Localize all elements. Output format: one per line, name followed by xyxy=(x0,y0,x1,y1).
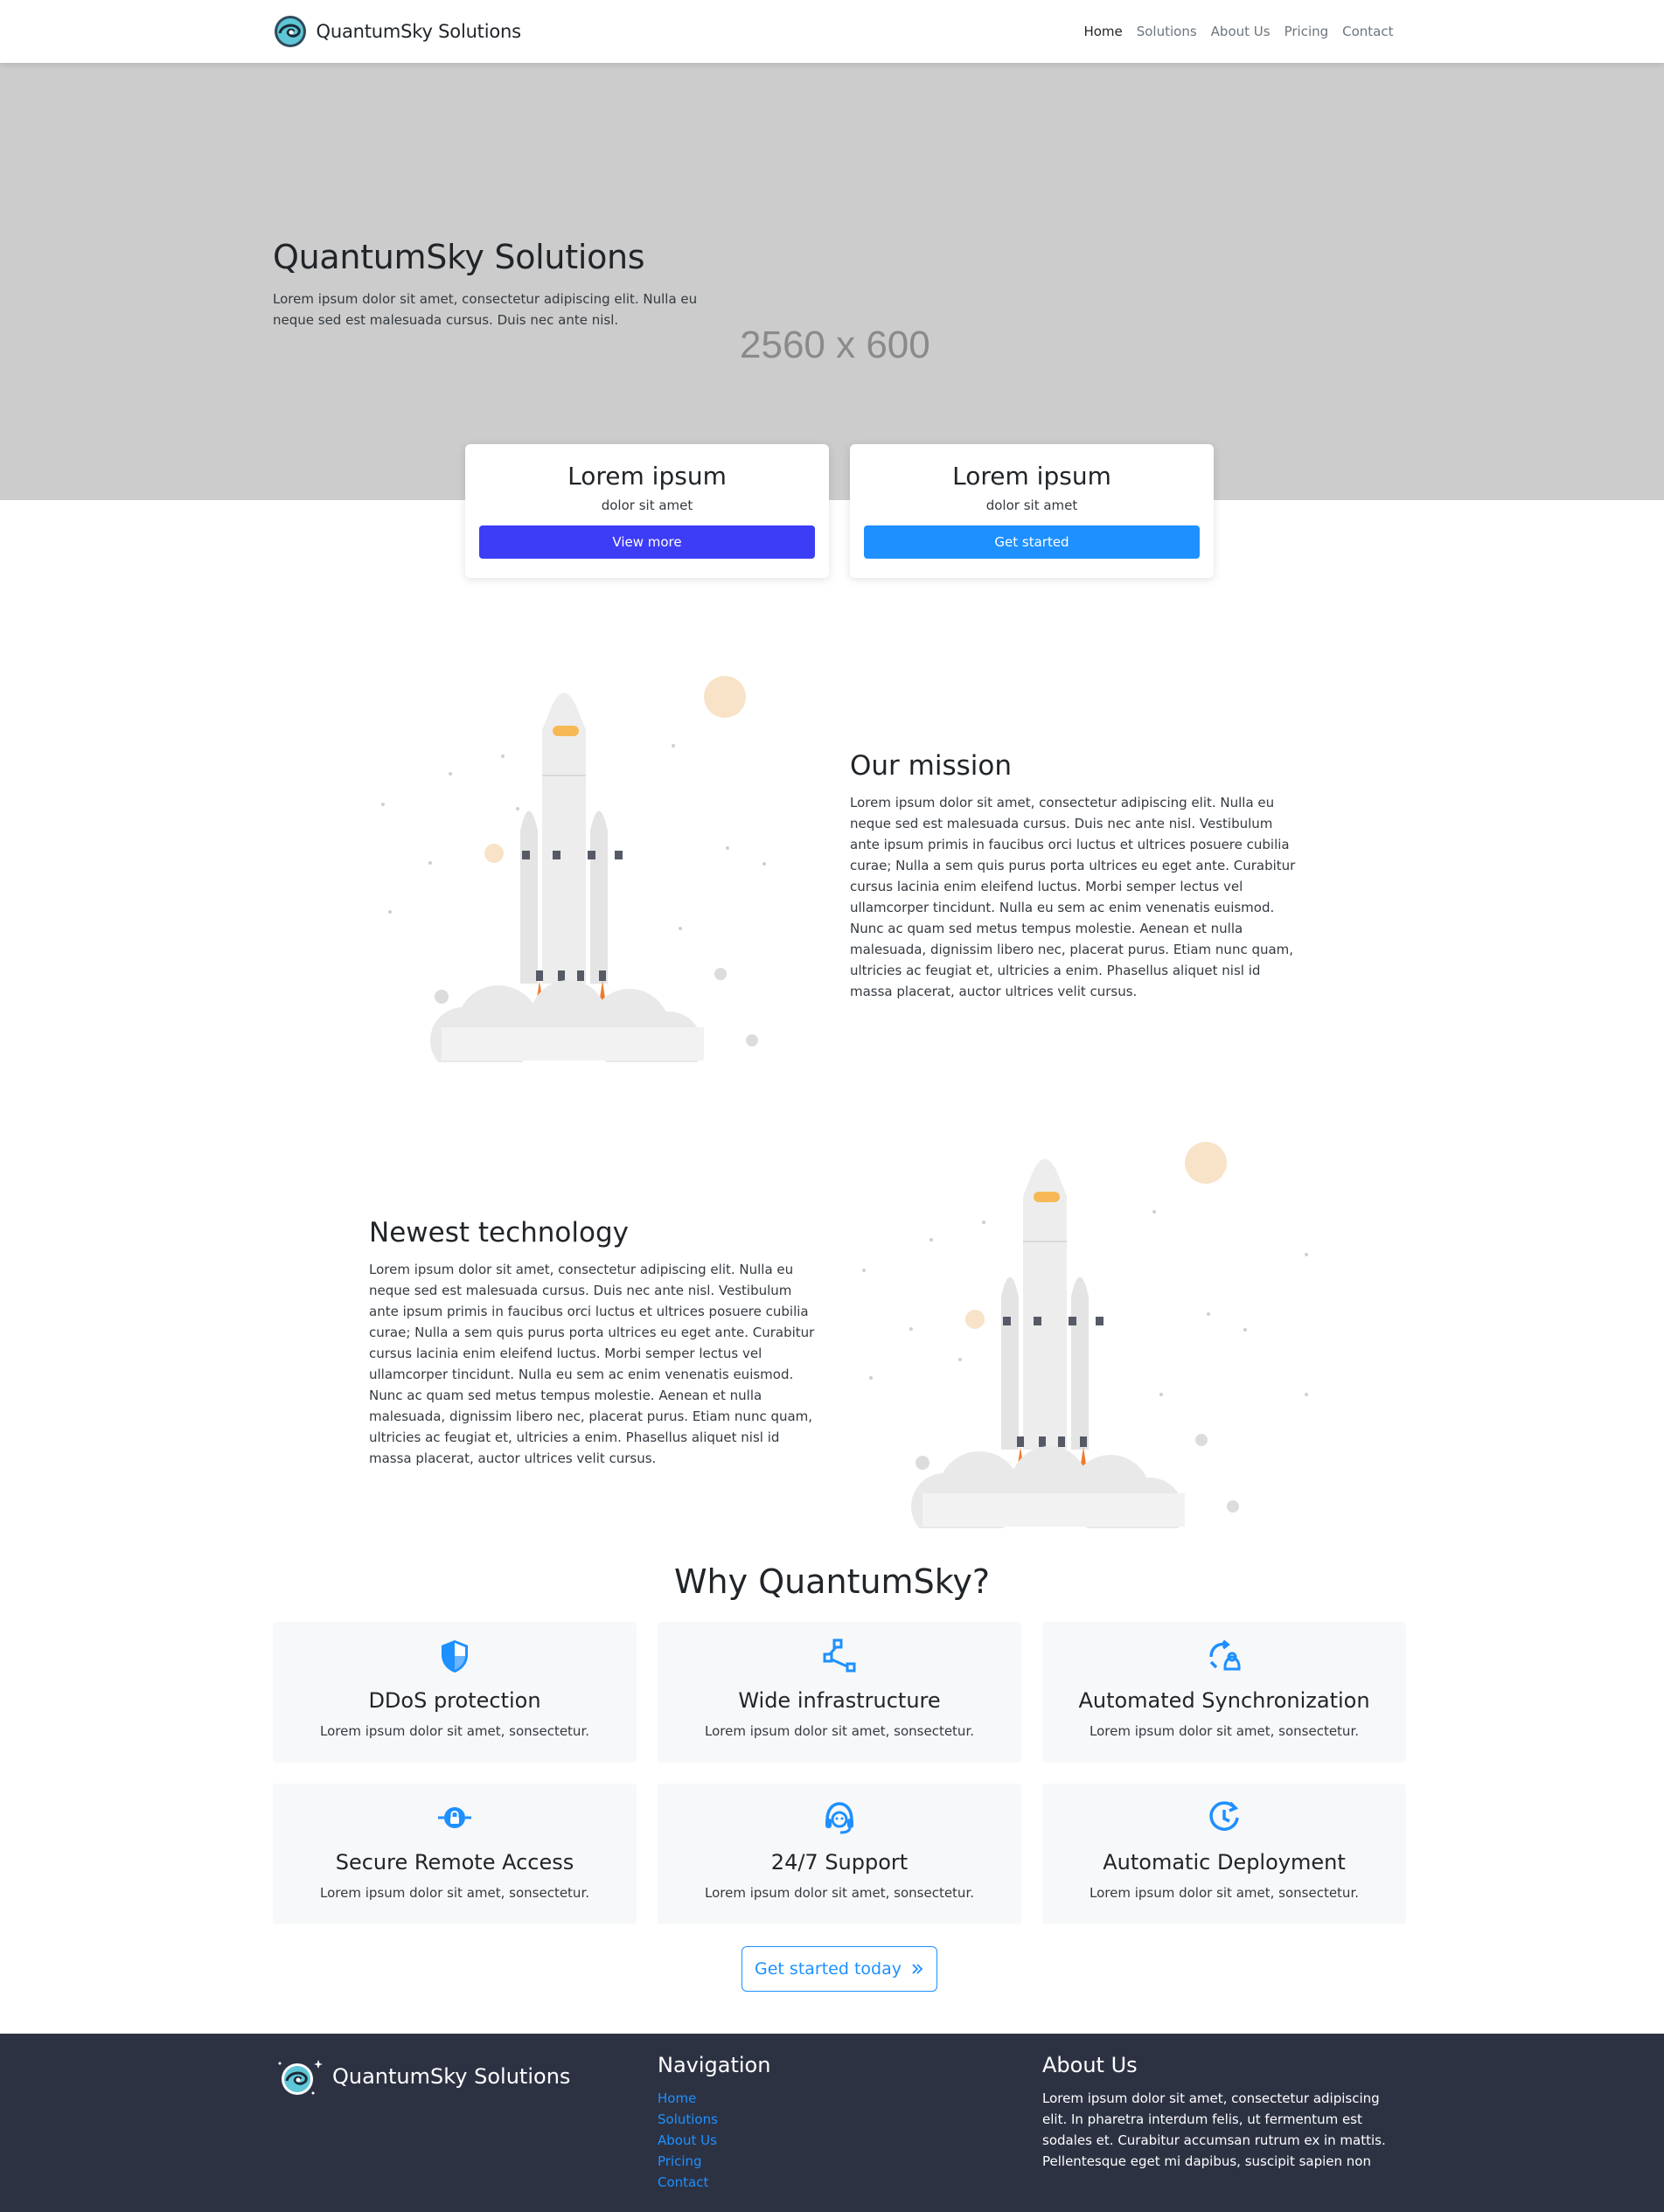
nav-links: Home Solutions About Us Pricing Contact xyxy=(1083,24,1393,39)
hero-title: QuantumSky Solutions xyxy=(273,238,645,276)
why-card-title: DDoS protection xyxy=(368,1688,541,1713)
footer-about: About Us Lorem ipsum dolor sit amet, con… xyxy=(1042,2053,1406,2172)
rocket-illustration xyxy=(862,1142,1308,1528)
hero-banner: QuantumSky Solutions Lorem ipsum dolor s… xyxy=(0,63,1664,500)
mission-section: Our mission Lorem ipsum dolor sit amet, … xyxy=(850,750,1305,1002)
rocket-illustration xyxy=(381,676,766,1062)
nav-link-about-us[interactable]: About Us xyxy=(1211,24,1271,39)
footer-brand[interactable]: QuantumSky Solutions xyxy=(273,2055,570,2098)
view-more-button[interactable]: View more xyxy=(479,525,815,559)
why-card-title: Wide infrastructure xyxy=(738,1688,941,1713)
brand-link[interactable]: QuantumSky Solutions xyxy=(271,14,521,49)
cta-card-title: Lorem ipsum xyxy=(952,462,1111,490)
double-chevron-right-icon xyxy=(912,1964,923,1974)
why-card-title: Secure Remote Access xyxy=(335,1850,574,1875)
why-card-sync: Automated Synchronization Lorem ipsum do… xyxy=(1042,1622,1406,1763)
footer-link-solutions[interactable]: Solutions xyxy=(658,2109,770,2130)
footer-navigation: Navigation Home Solutions About Us Prici… xyxy=(658,2053,770,2193)
why-card-text: Lorem ipsum dolor sit amet, sonsectetur. xyxy=(1089,1723,1359,1739)
cta-cards: Lorem ipsum dolor sit amet View more Lor… xyxy=(465,444,1214,578)
technology-title: Newest technology xyxy=(369,1217,629,1249)
mission-title: Our mission xyxy=(850,750,1012,782)
hero-content: QuantumSky Solutions Lorem ipsum dolor s… xyxy=(273,238,701,330)
brand-name: QuantumSky Solutions xyxy=(316,21,522,42)
cta-card-get-started: Lorem ipsum dolor sit amet Get started xyxy=(850,444,1214,578)
footer-about-title: About Us xyxy=(1042,2053,1138,2077)
why-card-text: Lorem ipsum dolor sit amet, sonsectetur. xyxy=(1089,1885,1359,1901)
network-icon xyxy=(823,1638,856,1673)
clock-rotate-icon xyxy=(1209,1801,1239,1831)
get-started-today-label: Get started today xyxy=(755,1959,902,1979)
why-card-text: Lorem ipsum dolor sit amet, sonsectetur. xyxy=(319,1885,589,1901)
get-started-button[interactable]: Get started xyxy=(864,525,1200,559)
footer-link-about-us[interactable]: About Us xyxy=(658,2130,770,2151)
technology-section: Newest technology Lorem ipsum dolor sit … xyxy=(369,1217,824,1469)
footer-link-home[interactable]: Home xyxy=(658,2088,770,2109)
footer-about-text: Lorem ipsum dolor sit amet, consectetur … xyxy=(1042,2090,1386,2169)
top-navbar: QuantumSky Solutions Home Solutions Abou… xyxy=(0,0,1664,63)
hero-subtitle: Lorem ipsum dolor sit amet, consectetur … xyxy=(273,291,698,328)
lock-access-icon xyxy=(438,1807,471,1828)
hero-image-placeholder: 2560 x 600 xyxy=(740,323,930,366)
sync-icon xyxy=(1209,1639,1241,1671)
nav-link-solutions[interactable]: Solutions xyxy=(1137,24,1197,39)
nav-link-contact[interactable]: Contact xyxy=(1342,24,1393,39)
why-card-text: Lorem ipsum dolor sit amet, sonsectetur. xyxy=(704,1723,974,1739)
logo-icon xyxy=(274,16,306,47)
why-card-title: Automated Synchronization xyxy=(1078,1688,1370,1713)
technology-text: Lorem ipsum dolor sit amet, consectetur … xyxy=(369,1262,815,1466)
why-card-deployment: Automatic Deployment Lorem ipsum dolor s… xyxy=(1042,1784,1406,1924)
footer-link-pricing[interactable]: Pricing xyxy=(658,2151,770,2172)
why-card-ddos: DDoS protection Lorem ipsum dolor sit am… xyxy=(273,1622,637,1763)
why-card-title: Automatic Deployment xyxy=(1103,1850,1346,1875)
nav-link-pricing[interactable]: Pricing xyxy=(1285,24,1329,39)
why-grid: DDoS protection Lorem ipsum dolor sit am… xyxy=(273,1622,1406,1924)
logo-icon xyxy=(278,2060,323,2095)
why-card-text: Lorem ipsum dolor sit amet, sonsectetur. xyxy=(704,1885,974,1901)
footer-brand-name: QuantumSky Solutions xyxy=(332,2064,571,2089)
mission-text: Lorem ipsum dolor sit amet, consectetur … xyxy=(850,795,1296,999)
cta-card-text: dolor sit amet xyxy=(601,497,693,513)
nav-link-home[interactable]: Home xyxy=(1083,24,1122,39)
footer: QuantumSky Solutions Navigation Home Sol… xyxy=(0,2034,1664,2212)
headset-icon xyxy=(825,1802,853,1834)
footer-link-contact[interactable]: Contact xyxy=(658,2172,770,2193)
why-card-support: 24/7 Support Lorem ipsum dolor sit amet,… xyxy=(658,1784,1021,1924)
get-started-today-button[interactable]: Get started today xyxy=(741,1946,937,1992)
footer-nav-title: Navigation xyxy=(658,2053,771,2077)
why-title: Why QuantumSky? xyxy=(673,1562,991,1601)
why-card-title: 24/7 Support xyxy=(770,1850,909,1875)
why-card-remote-access: Secure Remote Access Lorem ipsum dolor s… xyxy=(273,1784,637,1924)
cta-card-text: dolor sit amet xyxy=(985,497,1078,513)
why-card-infrastructure: Wide infrastructure Lorem ipsum dolor si… xyxy=(658,1622,1021,1763)
cta-card-view-more: Lorem ipsum dolor sit amet View more xyxy=(465,444,829,578)
cta-card-title: Lorem ipsum xyxy=(567,462,727,490)
why-card-text: Lorem ipsum dolor sit amet, sonsectetur. xyxy=(319,1723,589,1739)
shield-icon xyxy=(442,1640,468,1673)
